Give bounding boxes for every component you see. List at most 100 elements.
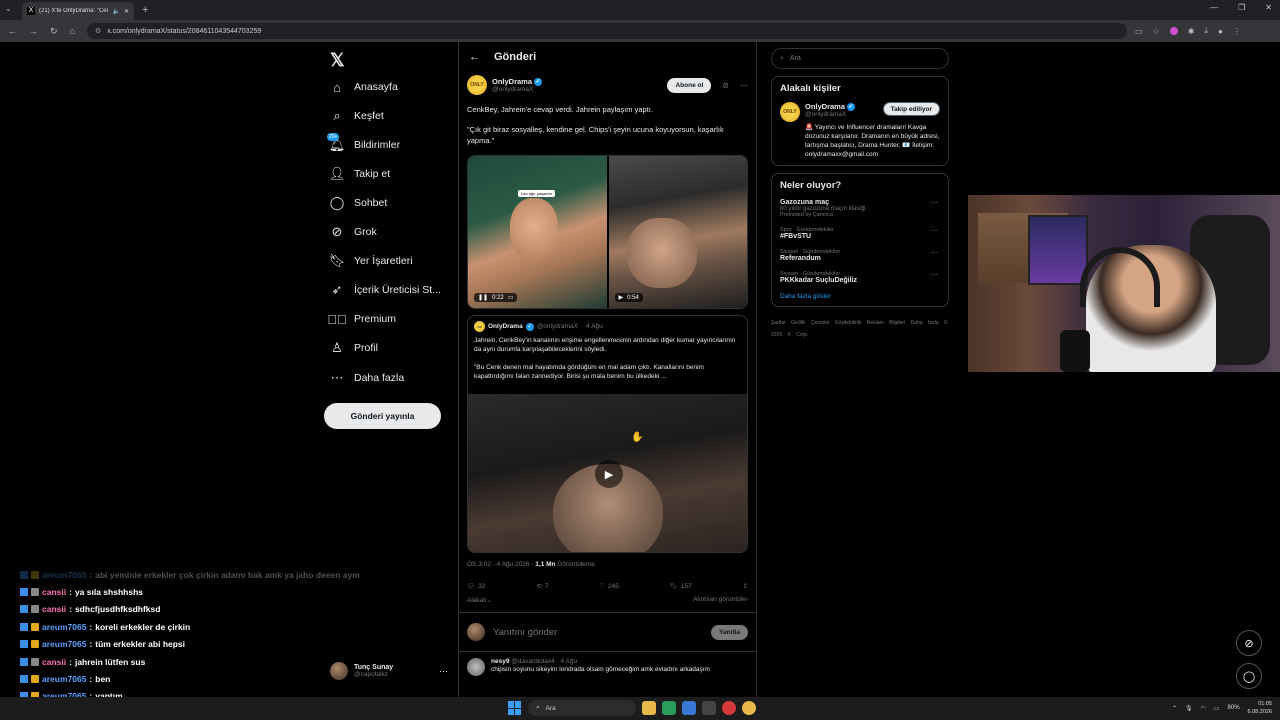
share-icon[interactable]: ⇪ <box>743 582 748 590</box>
subscribe-button[interactable]: Abone ol <box>667 77 712 93</box>
maximize-icon[interactable]: ❐ <box>1238 3 1245 12</box>
messages-fab-icon[interactable]: ◯ <box>1236 663 1262 689</box>
wifi-icon[interactable]: ◠ <box>1201 705 1206 712</box>
minimize-icon[interactable]: — <box>1210 3 1218 12</box>
tweet-more-icon[interactable]: ⋯ <box>740 81 748 90</box>
forward-icon[interactable]: → <box>29 26 38 37</box>
nav-grok[interactable]: ⊘ Grok <box>330 221 377 243</box>
clock[interactable]: 01:05 6.08.2026 <box>1248 700 1272 716</box>
app-icon[interactable] <box>662 701 676 715</box>
video-2[interactable]: ▶ 0:54 <box>608 156 747 308</box>
commenter-avatar[interactable] <box>467 658 485 676</box>
quote-video[interactable]: ▶ ✋ <box>468 394 747 552</box>
nav-follow[interactable]: 👤︎ Takip et <box>329 163 390 185</box>
panel-title: Neler oluyor? <box>780 180 842 191</box>
bookmark-action[interactable]: 🔖︎ 157 <box>670 582 692 591</box>
author-handle[interactable]: @onlydramaX <box>492 86 542 93</box>
following-button[interactable]: Takip ediliyor <box>882 102 940 116</box>
chat-username[interactable]: areum7065 <box>42 639 86 649</box>
show-more-link[interactable]: Daha fazla göster <box>780 293 940 300</box>
video-1[interactable]: Lan ağır yaşadım ❚❚ 0:22 ▭ <box>468 156 607 308</box>
nav-chat[interactable]: ◯ Sohbet <box>330 192 388 214</box>
chat-username[interactable]: cansii <box>42 587 66 597</box>
site-info-icon[interactable]: ⚙ <box>95 27 101 35</box>
reply-button[interactable]: Yanıtla <box>711 624 748 640</box>
tab-list-icon[interactable]: ⌄ <box>5 4 17 16</box>
trend-item[interactable]: Siyaset · Gündemdekiler PKKkadar SuçluDe… <box>780 271 940 284</box>
author-avatar[interactable]: ONLY <box>467 75 487 95</box>
trend-item[interactable]: Gazozuna maç 80 yıldır gazozuna maçın kl… <box>780 199 940 218</box>
x-logo-icon[interactable]: 𝕏 <box>330 50 345 71</box>
comment[interactable]: nesy9 @davardiolax4 · 4 Ağu chipsin soyu… <box>459 652 756 682</box>
trend-more-icon[interactable]: ⋯ <box>931 227 938 235</box>
play-button-icon[interactable]: ▶ <box>595 460 623 488</box>
home-browser-icon[interactable]: ⌂ <box>70 26 75 37</box>
extension-icon[interactable] <box>1169 27 1178 35</box>
word-icon[interactable] <box>682 701 696 715</box>
chevron-up-icon[interactable]: ⌃ <box>1172 705 1177 712</box>
pause-icon[interactable]: ❚❚ <box>478 294 488 301</box>
tweet-time[interactable]: ÖS 3:02 · 4 Ağu 2026 · <box>467 561 535 568</box>
profile-browser-icon[interactable]: ● <box>1218 27 1223 36</box>
post-button[interactable]: Gönderi yayınla <box>324 403 441 429</box>
footer-links[interactable]: Şartlar Gizlilik Çerezler Erişilebilirli… <box>771 317 949 341</box>
file-explorer-icon[interactable] <box>642 701 656 715</box>
trend-more-icon[interactable]: ⋯ <box>931 249 938 257</box>
taskbar-search[interactable]: ⌕ Ara <box>528 700 636 716</box>
battery-icon[interactable]: ▭ <box>1214 705 1220 712</box>
trend-more-icon[interactable]: ⋯ <box>931 199 938 207</box>
chat-username[interactable]: areum7065 <box>42 622 86 632</box>
like-action[interactable]: ♡ 245 <box>599 582 619 591</box>
nav-creator-studio[interactable]: ➶ İçerik Üreticisi St... <box>330 279 441 301</box>
nav-home[interactable]: ⌂ Anasayfa <box>330 76 398 98</box>
nav-profile[interactable]: ♙ Profil <box>330 337 378 359</box>
reply-input[interactable]: Yanıtını gönder <box>493 627 703 638</box>
author-name[interactable]: OnlyDrama <box>492 77 532 86</box>
app-icon[interactable] <box>702 701 716 715</box>
related-name[interactable]: OnlyDrama <box>805 102 845 111</box>
play-icon[interactable]: ▶ <box>619 294 624 301</box>
captions-icon[interactable]: ▭ <box>508 294 514 301</box>
nav-notifications[interactable]: 🔔︎ 20+ Bildirimler <box>327 133 400 156</box>
back-arrow-icon[interactable]: ← <box>469 51 480 63</box>
back-icon[interactable]: ← <box>8 26 17 37</box>
close-tab-icon[interactable]: ✕ <box>124 8 129 15</box>
chrome-icon[interactable] <box>742 701 756 715</box>
sort-dropdown[interactable]: Alakalı⌄ <box>467 596 492 604</box>
trend-item[interactable]: Siyaset · Gündemdekiler Referandum ⋯ <box>780 249 940 262</box>
retweet-action[interactable]: ⟲ 7 <box>536 582 548 591</box>
related-avatar[interactable]: ONLY <box>780 102 800 122</box>
star-icon[interactable]: ☆ <box>1153 27 1160 36</box>
trend-item[interactable]: Spor · Gündemdekiler #FBvSTU ⋯ <box>780 227 940 240</box>
media-icon[interactable] <box>722 701 736 715</box>
grok-explain-icon[interactable]: ⊘ <box>722 81 729 90</box>
puzzle-icon[interactable]: ✱ <box>1188 27 1195 36</box>
commenter-name[interactable]: nesy9 <box>491 658 509 665</box>
audio-icon[interactable]: 🔈 <box>112 8 119 15</box>
search-input[interactable]: ⌕ Ara <box>771 48 949 69</box>
browser-tab[interactable]: X (21) X'te OnlyDrama: "Cenk... 🔈 ✕ <box>22 2 134 20</box>
windows-start-icon[interactable] <box>508 701 522 715</box>
reload-icon[interactable]: ↻ <box>50 26 58 37</box>
menu-dots-icon[interactable]: ⋮ <box>1233 27 1241 36</box>
quoted-tweet[interactable]: OD OnlyDrama ✓ @onlydramaX · 4 Ağu Jahre… <box>467 315 748 553</box>
close-window-icon[interactable]: ✕ <box>1265 3 1272 12</box>
reply-action[interactable]: 💬︎ 32 <box>467 582 486 591</box>
mic-tray-icon[interactable]: 🎙︎ <box>1185 705 1193 712</box>
chat-username[interactable]: areum7065 <box>42 674 86 684</box>
chat-username[interactable]: cansii <box>42 657 66 667</box>
nav-explore[interactable]: ⌕ Keşfet <box>330 105 383 127</box>
chat-username[interactable]: areum7065 <box>42 570 86 580</box>
grok-fab-icon[interactable]: ⊘ <box>1236 630 1262 656</box>
nav-more[interactable]: ⋯ Daha fazla <box>330 367 405 389</box>
new-tab-button[interactable]: + <box>142 4 148 16</box>
cast-icon[interactable]: ▭ <box>1135 27 1143 36</box>
url-field[interactable]: ⚙ x.com/onlydramaX/status/20846110435447… <box>86 23 1127 39</box>
nav-bookmarks[interactable]: 🔖︎ Yer İşaretleri <box>329 250 413 272</box>
download-icon[interactable]: ⤓ <box>1204 26 1208 36</box>
account-more-icon[interactable]: ⋯ <box>439 666 448 677</box>
chat-username[interactable]: cansii <box>42 604 66 614</box>
nav-premium[interactable]: ✓⃝ Premium <box>327 308 396 330</box>
trend-more-icon[interactable]: ⋯ <box>931 271 938 279</box>
view-quotes-link[interactable]: Alıntıları görüntüle› <box>693 596 748 604</box>
